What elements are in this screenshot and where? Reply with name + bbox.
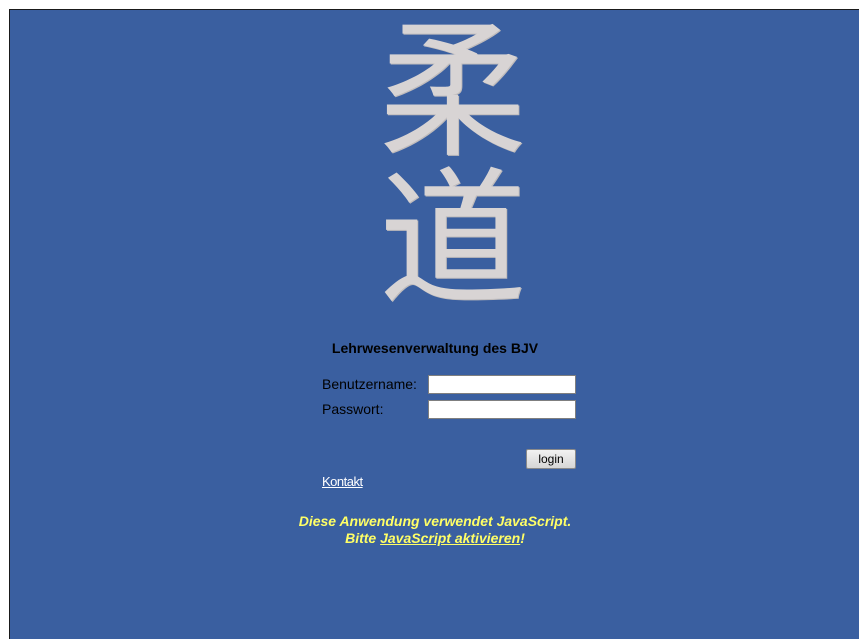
judo-kanji-logo: 柔 道 (365, 18, 540, 314)
password-label: Passwort: (322, 401, 384, 417)
password-input[interactable] (428, 400, 576, 419)
notice-suffix: ! (520, 530, 525, 546)
javascript-notice: Diese Anwendung verwendet JavaScript. Bi… (10, 513, 860, 547)
notice-line-2: Bitte JavaScript aktivieren! (10, 530, 860, 547)
kanji-do: 道 (378, 154, 527, 326)
notice-prefix: Bitte (345, 530, 381, 546)
enable-javascript-link[interactable]: JavaScript aktivieren (380, 530, 520, 546)
page-title: Lehrwesenverwaltung des BJV (331, 340, 539, 356)
login-button[interactable]: login (526, 449, 576, 469)
contact-link[interactable]: Kontakt (322, 474, 363, 489)
page-viewport: 柔 道 Lehrwesenverwaltung des BJV Benutzer… (9, 9, 859, 639)
username-input[interactable] (428, 375, 576, 394)
notice-line-1: Diese Anwendung verwendet JavaScript. (298, 513, 572, 529)
username-label: Benutzername: (322, 376, 417, 392)
kanji-ju: 柔 (378, 6, 527, 178)
